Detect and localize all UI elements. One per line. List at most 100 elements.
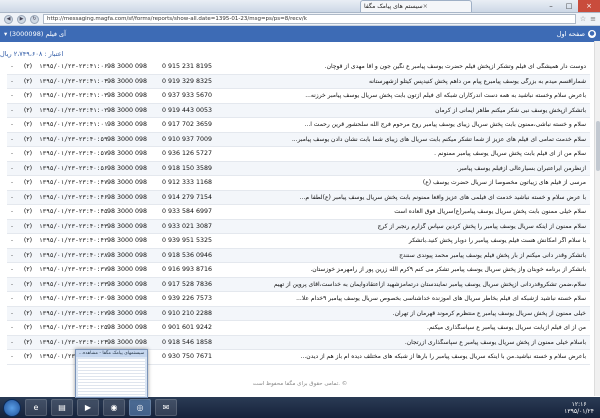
browser-tab[interactable]: × سیستم های پیامک مگفا — [360, 0, 472, 12]
row-date: ۱۳۹۵/۰۱/۲۳-۲۳:۴۱:۰۲ — [39, 106, 108, 114]
scrollbar-thumb[interactable] — [595, 121, 600, 171]
table-row[interactable]: - (۲) ۱۳۹۵/۰۱/۲۳-۲۳:۴۰:۵۹ 98 3000 098 0 910 … — [7, 132, 590, 147]
maximize-button[interactable]: □ — [560, 0, 578, 12]
taskbar-media-icon[interactable]: ▶ — [77, 399, 99, 416]
row-date: ۱۳۹۵/۰۱/۲۳-۲۳:۴۰:۴۵ — [39, 208, 108, 216]
row-dash: - — [10, 309, 14, 317]
row-count: (۲) — [23, 92, 33, 100]
row-message: با سلام اگر امکانش هست فیلم یوسف پیامبر … — [408, 237, 586, 245]
table-row[interactable]: - (۲) ۱۳۹۵/۰۱/۲۳-۲۳:۴۱:۰۱ 98 3000 098 0 917 … — [7, 118, 590, 133]
url-field[interactable]: http://messaging.magfa.com/sf/forms/repo… — [43, 14, 576, 24]
tray-time: ۱۲:۱۶ — [571, 400, 587, 408]
row-date: ۱۳۹۵/۰۱/۲۳-۲۳:۴۱:۰۶ — [39, 63, 108, 71]
row-count: (۲) — [23, 150, 33, 158]
row-date: ۱۳۹۵/۰۱/۲۳-۲۳:۴۰:۴۶ — [39, 193, 108, 201]
row-date: ۱۳۹۵/۰۱/۲۳-۲۳:۴۰:۵۷ — [39, 150, 108, 158]
row-count: (۲) — [23, 193, 33, 201]
table-row[interactable]: - (۲) ۱۳۹۵/۰۱/۲۳-۲۳:۴۰:۵۶ 98 3000 098 0 918 … — [7, 161, 590, 176]
taskbar-chrome-icon[interactable]: ◎ — [129, 399, 151, 416]
table-row[interactable]: - (۲) ۱۳۹۵/۰۱/۲۳-۲۳:۴۰:۳۰ 98 3000 098 0 939 … — [7, 292, 590, 307]
tab-title: سیستم های پیامک مگفا — [364, 3, 423, 10]
row-date: ۱۳۹۵/۰۱/۲۳-۲۳:۴۰:۲۴ — [39, 338, 108, 346]
tab-close-icon[interactable]: × — [423, 3, 428, 10]
row-dash: - — [10, 251, 14, 259]
reload-icon[interactable]: ↻ — [30, 14, 39, 24]
row-line-number: 98 3000 098 — [106, 179, 148, 187]
row-line-number: 98 3000 098 — [106, 237, 148, 245]
row-mobile: 0 933 021 3087 — [161, 222, 213, 230]
row-line-number: 98 3000 098 — [106, 251, 148, 259]
row-date: ۱۳۹۵/۰۱/۲۳-۲۳:۴۰:۲۵ — [39, 324, 108, 332]
row-count: (۲) — [23, 237, 33, 245]
account-name[interactable]: ▾ آی فیلم (3000098) — [4, 30, 66, 38]
row-mobile: 0 918 536 0946 — [161, 251, 213, 259]
row-line-number: 98 3000 098 — [106, 280, 148, 288]
table-row[interactable]: - (۲) ۱۳۹۵/۰۱/۲۳-۲۳:۴۰:۴۷ 98 3000 098 0 912 … — [7, 176, 590, 191]
row-date: ۱۳۹۵/۰۱/۲۳-۲۳:۴۰:۳۸ — [39, 251, 108, 259]
row-mobile: 0 914 279 7154 — [161, 193, 213, 201]
start-button[interactable] — [3, 398, 21, 417]
table-row[interactable]: - (۲) ۱۳۹۵/۰۱/۲۳-۲۳:۴۱:۰۴ 98 3000 098 0 919 … — [7, 74, 590, 89]
table-row[interactable]: - (۲) ۱۳۹۵/۰۱/۲۳-۲۳:۴۰:۲۴ 98 3000 098 0 918 … — [7, 335, 590, 350]
home-link[interactable]: صفحه اول ● — [557, 30, 596, 38]
row-date: ۱۳۹۵/۰۱/۲۳-۲۳:۴۰:۳۷ — [39, 266, 108, 274]
row-count: (۲) — [23, 338, 33, 346]
table-row[interactable]: - (۲) ۱۳۹۵/۰۱/۲۳-۲۳:۴۰:۳۷ 98 3000 098 0 916 … — [7, 263, 590, 278]
row-dash: - — [10, 63, 14, 71]
row-message: سلام و خسته نباشی،ممنون بابت پخش سریال ز… — [304, 121, 586, 129]
row-dash: - — [10, 77, 14, 85]
row-dash: - — [10, 208, 14, 216]
table-row[interactable]: - (۲) ۱۳۹۵/۰۱/۲۳-۲۳:۴۱:۰۳ 98 3000 098 0 937 … — [7, 89, 590, 104]
row-dash: - — [10, 106, 14, 114]
table-row[interactable]: - (۲) ۱۳۹۵/۰۱/۲۳-۲۳:۴۰:۲۷ 98 3000 098 0 910 … — [7, 306, 590, 321]
table-row[interactable]: - (۲) ۱۳۹۵/۰۱/۲۳-۲۳:۴۰:۳۳ 98 3000 098 0 917 … — [7, 277, 590, 292]
account-name-text: آی فیلم (3000098) — [9, 30, 66, 38]
taskbar-window-preview[interactable]: سیستمهای پیامک مگفا - مشاهده... — [75, 349, 148, 398]
row-message: مرسی از فیلم های زیباتون مخصوصا از سریال… — [422, 179, 586, 187]
system-tray-clock[interactable]: ۱۲:۱۶ ۱۳۹۵/۰۱/۲۴ — [564, 401, 597, 415]
row-line-number: 98 3000 098 — [106, 150, 148, 158]
row-mobile: 0 918 546 1858 — [161, 338, 213, 346]
table-row[interactable]: - (۲) ۱۳۹۵/۰۱/۲۳-۲۳:۴۱:۰۲ 98 3000 098 0 919 … — [7, 103, 590, 118]
row-date: ۱۳۹۵/۰۱/۲۳-۲۳:۴۰:۴۲ — [39, 237, 108, 245]
row-dash: - — [10, 266, 14, 274]
messages-table: - (۲) ۱۳۹۵/۰۱/۲۳-۲۳:۴۱:۰۶ 98 3000 098 0 915 … — [7, 60, 590, 365]
row-dash: - — [10, 222, 14, 230]
table-row[interactable]: - (۲) ۱۳۹۵/۰۱/۲۳-۲۳:۴۰:۴۳ 98 3000 098 0 933 … — [7, 219, 590, 234]
row-message: سلام من از آی فیلم بابت پخش سریال یوسف پ… — [434, 150, 586, 158]
balance-label: اعتبار : ۲،۷۴۹،۶۰۸ ریال — [0, 50, 64, 58]
taskbar-ie-icon[interactable]: e — [25, 399, 47, 416]
minimize-button[interactable]: – — [542, 0, 560, 12]
taskbar-browser-icon[interactable]: ◉ — [103, 399, 125, 416]
row-mobile: 0 939 226 7573 — [161, 295, 213, 303]
row-count: (۲) — [23, 309, 33, 317]
home-label: صفحه اول — [556, 30, 585, 38]
table-row[interactable]: - (۲) ۱۳۹۵/۰۱/۲۳-۲۳:۴۰:۴۲ 98 3000 098 0 939 … — [7, 234, 590, 249]
row-mobile: 0 919 329 8325 — [161, 77, 213, 85]
preview-image — [78, 359, 145, 396]
row-count: (۲) — [23, 77, 33, 85]
table-row[interactable]: - (۲) ۱۳۹۵/۰۱/۲۳-۲۳:۴۰:۲۵ 98 3000 098 0 901 … — [7, 321, 590, 336]
back-arrow-icon[interactable]: ◀ — [4, 14, 13, 24]
row-count: (۲) — [23, 251, 33, 259]
table-row[interactable]: - (۲) ۱۳۹۵/۰۱/۲۳-۲۳:۴۱:۰۶ 98 3000 098 0 915 … — [7, 60, 590, 75]
menu-icon[interactable]: ≡ — [590, 15, 596, 23]
bookmark-star-icon[interactable]: ☆ — [580, 15, 586, 23]
table-row[interactable]: - (۲) ۱۳۹۵/۰۱/۲۳-۲۳:۴۰:۵۷ 98 3000 098 0 936 … — [7, 147, 590, 162]
forward-arrow-icon[interactable]: ▶ — [17, 14, 26, 24]
table-row[interactable]: - (۲) ۱۳۹۵/۰۱/۲۳-۲۳:۴۰:۴۵ 98 3000 098 0 933 … — [7, 205, 590, 220]
row-mobile: 0 939 951 5325 — [161, 237, 213, 245]
row-line-number: 98 3000 098 — [106, 106, 148, 114]
row-mobile: 0 933 584 6997 — [161, 208, 213, 216]
close-window-button[interactable]: × — [578, 0, 600, 12]
row-count: (۲) — [23, 179, 33, 187]
row-dash: - — [10, 280, 14, 288]
row-count: (۲) — [23, 106, 33, 114]
row-message: باعرض سلام و خسته نباشید.من با اینکه سری… — [300, 353, 586, 361]
taskbar-magfa-icon[interactable]: ✉ — [155, 399, 177, 416]
vertical-scrollbar[interactable] — [594, 41, 600, 396]
row-dash: - — [10, 179, 14, 187]
taskbar-folder-icon[interactable]: ▤ — [51, 399, 73, 416]
table-row[interactable]: - (۲) ۱۳۹۵/۰۱/۲۳-۲۳:۴۰:۴۶ 98 3000 098 0 914 … — [7, 190, 590, 205]
table-row[interactable]: - (۲) ۱۳۹۵/۰۱/۲۳-۲۳:۴۰:۳۸ 98 3000 098 0 918 … — [7, 248, 590, 263]
